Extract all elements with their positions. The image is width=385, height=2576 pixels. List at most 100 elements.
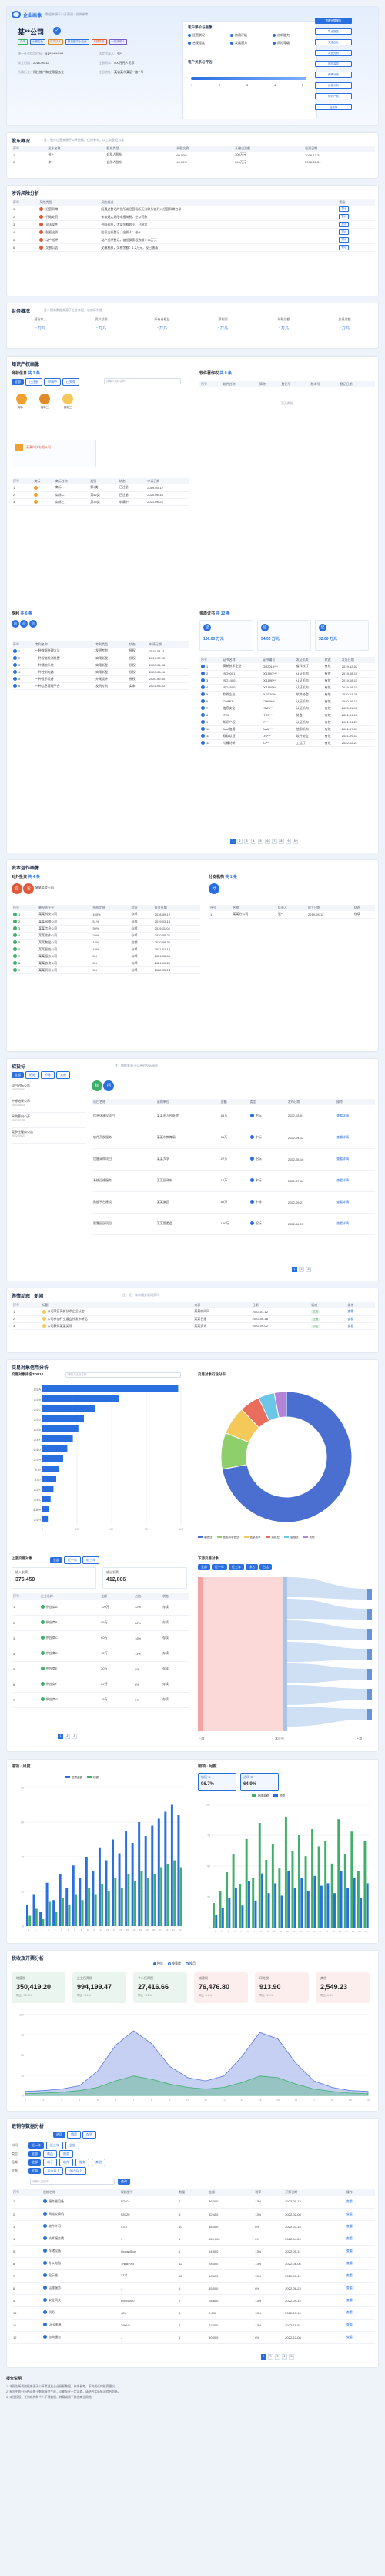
bar[interactable] bbox=[133, 1881, 136, 1927]
bar[interactable] bbox=[340, 1871, 343, 1928]
bar[interactable] bbox=[153, 1874, 156, 1927]
cert-row[interactable]: 1 高新技术企业 GR2019*** 省科技厅 有效 2019-12-02 bbox=[199, 663, 375, 671]
table-cell[interactable]: 查看 bbox=[346, 1315, 375, 1323]
bar[interactable] bbox=[278, 1868, 281, 1928]
bar[interactable] bbox=[105, 1860, 108, 1927]
bar[interactable] bbox=[42, 1445, 68, 1452]
bar[interactable] bbox=[81, 1900, 84, 1926]
bar[interactable] bbox=[118, 1853, 121, 1927]
bar[interactable] bbox=[304, 1856, 307, 1928]
side-button[interactable]: 查看完整报告 bbox=[315, 18, 352, 24]
bar[interactable] bbox=[42, 1496, 51, 1502]
bar[interactable] bbox=[140, 1871, 143, 1926]
bidding-tab[interactable]: 中标 bbox=[41, 1071, 55, 1079]
trademark-item[interactable]: 商标三 bbox=[58, 394, 78, 410]
patent-row[interactable]: 3 一种通信系统 实用新型 授权 2020-01-08 bbox=[12, 662, 189, 669]
bar[interactable] bbox=[107, 1891, 110, 1926]
filter-option[interactable]: 其他 bbox=[92, 2159, 105, 2166]
table-cell[interactable]: 查看 bbox=[346, 1308, 375, 1316]
tax-metric[interactable]: 增值税 350,419.20 同比 +12.4% bbox=[12, 1972, 65, 2003]
bar[interactable] bbox=[42, 1919, 45, 1926]
bar[interactable] bbox=[330, 1863, 333, 1928]
bar[interactable] bbox=[42, 1405, 95, 1412]
bar[interactable] bbox=[177, 1815, 180, 1926]
trademark-item[interactable]: 商标二 bbox=[35, 394, 55, 410]
inventory-row[interactable]: 12 咨询服务 -1 60,000 6% 2022-12-08 查看 bbox=[12, 2331, 375, 2344]
bar[interactable] bbox=[144, 1836, 147, 1926]
bar[interactable] bbox=[258, 1823, 261, 1928]
bar[interactable] bbox=[293, 1888, 296, 1928]
bar[interactable] bbox=[114, 1878, 117, 1926]
side-button[interactable]: 导出报告 bbox=[315, 28, 352, 35]
inventory-row[interactable]: 6 办公电脑 ThinkPad 12 78,000 13% 2022-06-06 查看 bbox=[12, 2257, 375, 2270]
bar[interactable] bbox=[42, 1506, 49, 1512]
bar[interactable] bbox=[166, 1864, 169, 1926]
bar[interactable] bbox=[42, 1516, 49, 1522]
bar[interactable] bbox=[85, 1857, 88, 1926]
bar[interactable] bbox=[42, 1385, 179, 1392]
bar[interactable] bbox=[343, 1854, 346, 1928]
bar[interactable] bbox=[287, 1871, 290, 1928]
bar[interactable] bbox=[363, 1841, 367, 1928]
trademark-row[interactable]: 1 商标一 第9类 已注册 2019-03-12 bbox=[12, 484, 189, 492]
filter-option[interactable]: 服务 bbox=[75, 2159, 89, 2166]
cert-row[interactable]: 8 ITSS ITSS*** 协会 有效 2021-01-18 bbox=[199, 712, 375, 719]
invest-row[interactable]: 8 某某咨询公司 5% 存续 2021-10-26 bbox=[12, 960, 200, 967]
inventory-row[interactable]: 9 安全网关 USG6000 2 28,800 13% 2022-09-14 查看 bbox=[12, 2294, 375, 2307]
risk-row[interactable]: 3 司法案件 合同纠纷，涉案金额较小，已结案 提示 bbox=[12, 220, 375, 229]
filter-option[interactable]: 服务 bbox=[59, 2150, 73, 2158]
branch-row[interactable]: 1 某某分公司 张** 2019-05-12 存续 bbox=[209, 911, 375, 919]
bar[interactable] bbox=[366, 1883, 369, 1928]
table-cell[interactable]: 查看 bbox=[344, 2196, 375, 2209]
side-button[interactable]: 经营分析 bbox=[315, 82, 352, 89]
bidding-tab[interactable]: 其他 bbox=[56, 1071, 70, 1079]
bidding-list-item[interactable]: 采购意向公开 2022-07-08 bbox=[12, 1113, 85, 1128]
bar[interactable] bbox=[131, 1843, 134, 1926]
table-cell[interactable]: 查看 bbox=[344, 2257, 375, 2270]
filter-option[interactable]: 近一年 bbox=[28, 2142, 44, 2149]
news-row[interactable]: 1 公司荣获高新技术企业认定 某某新闻网 2022-03-12 正面 查看 bbox=[12, 1308, 375, 1316]
tax-metric[interactable]: 其他 2,549.23 同比 -0.4% bbox=[316, 1972, 370, 2003]
inventory-row[interactable]: 2 网络交换机 S5720 4 32,400 13% 2022-02-08 查看 bbox=[12, 2208, 375, 2221]
bar[interactable] bbox=[267, 1893, 270, 1928]
bar[interactable] bbox=[59, 1874, 62, 1927]
bar[interactable] bbox=[42, 1486, 54, 1492]
trademark-filter[interactable]: 申请中 bbox=[44, 378, 61, 386]
bidding-row[interactable]: 信息化建设项目 某某市人民医院 58万 中标 2022-03-01 查看详情 bbox=[92, 1105, 375, 1127]
inventory-row[interactable]: 4 技术服务费 -1 120,000 6% 2022-04-20 查看 bbox=[12, 2233, 375, 2246]
bidding-list-item[interactable]: 中标结果公示 2022-05-16 bbox=[12, 1097, 85, 1113]
table-cell[interactable]: 查看详情 bbox=[335, 1148, 375, 1171]
bar[interactable] bbox=[291, 1851, 294, 1928]
side-button[interactable]: 舆情动态 bbox=[315, 72, 352, 78]
bar[interactable] bbox=[333, 1893, 336, 1928]
inventory-row[interactable]: 3 软件许可 V3.0 10 48,000 6% 2022-03-15 查看 bbox=[12, 2220, 375, 2233]
bar[interactable] bbox=[94, 1894, 97, 1927]
cert-row[interactable]: 6 CMMI3 CMMI*** 认证机构 有效 2020-06-11 bbox=[199, 698, 375, 705]
panel-item[interactable]: 创新能力 bbox=[273, 33, 290, 38]
bar[interactable] bbox=[127, 1874, 130, 1927]
cert-row[interactable]: 5 软件企业 R-2020*** 软件协会 有效 2020-03-20 bbox=[199, 691, 375, 698]
bar[interactable] bbox=[326, 1883, 330, 1928]
bar[interactable] bbox=[357, 1871, 360, 1928]
bar[interactable] bbox=[170, 1804, 173, 1927]
upstream-filter[interactable]: 全部 bbox=[50, 1557, 62, 1563]
bar[interactable] bbox=[228, 1898, 231, 1928]
trademark-filter[interactable]: 全部 bbox=[12, 379, 24, 385]
bar[interactable] bbox=[284, 1817, 287, 1928]
bar[interactable] bbox=[125, 1831, 128, 1926]
upstream-row[interactable]: 2 供应商B 85万 22% 存续 bbox=[12, 1615, 189, 1631]
trademark-row[interactable]: 3 商标三 第35类 申请中 2021-08-24 bbox=[12, 498, 189, 506]
bar[interactable] bbox=[45, 1882, 49, 1926]
page-button[interactable]: 3 bbox=[306, 1267, 311, 1272]
bar[interactable] bbox=[160, 1867, 163, 1927]
filter-option[interactable]: 50万以上 bbox=[65, 2167, 86, 2175]
bidding-row[interactable]: 数据平台建设 某某集团 88万 中标 2022-09-21 查看详情 bbox=[92, 1191, 375, 1214]
bar[interactable] bbox=[164, 1811, 167, 1927]
upstream-row[interactable]: 3 供应商C 60万 16% 存续 bbox=[12, 1630, 189, 1646]
bar[interactable] bbox=[157, 1818, 160, 1927]
tax-metric[interactable]: 企业所得税 994,199.47 同比 +8.1% bbox=[72, 1972, 126, 2003]
page-button[interactable]: 1 bbox=[261, 2354, 266, 2360]
table-cell[interactable]: 查看 bbox=[344, 2331, 375, 2344]
bar[interactable] bbox=[65, 1888, 69, 1927]
downstream-filter[interactable]: 近一年 bbox=[212, 1564, 227, 1570]
